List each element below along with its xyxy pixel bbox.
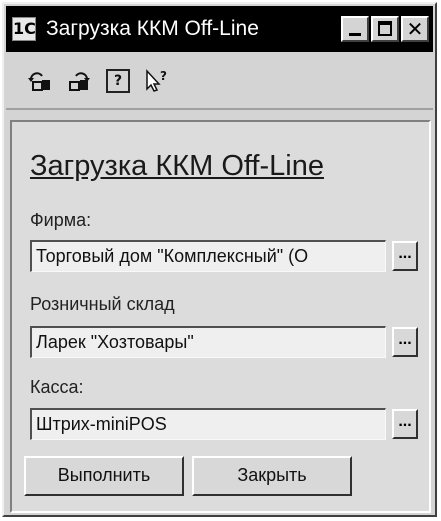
help-icon[interactable]: ?	[106, 69, 130, 93]
firm-field[interactable]: Торговый дом "Комплексный" (О	[30, 240, 386, 272]
warehouse-select-button[interactable]: ...	[392, 327, 418, 357]
minimize-button[interactable]	[341, 16, 369, 42]
toolbar: ? ?	[6, 54, 433, 110]
close-button[interactable]: Закрыть	[192, 456, 352, 496]
register-field[interactable]: Штрих-miniPOS	[30, 408, 386, 440]
window-controls: ✕	[341, 16, 429, 42]
firm-select-button[interactable]: ...	[392, 241, 418, 271]
window-title: Загрузка ККМ Off-Line	[46, 17, 259, 40]
context-help-icon[interactable]: ?	[144, 68, 170, 94]
form-panel: Загрузка ККМ Off-Line Фирма: Торговый до…	[10, 120, 431, 513]
execute-button[interactable]: Выполнить	[24, 456, 184, 496]
app-icon: 1С	[12, 17, 36, 41]
dialog-window: 1С Загрузка ККМ Off-Line ✕ ? ? Загрузка …	[2, 2, 437, 517]
title-bar[interactable]: 1С Загрузка ККМ Off-Line ✕	[6, 6, 433, 52]
warehouse-field[interactable]: Ларек "Хозтовары"	[30, 326, 386, 358]
svg-text:?: ?	[160, 69, 167, 83]
undo-lock-icon[interactable]	[26, 68, 52, 94]
register-select-button[interactable]: ...	[392, 409, 418, 439]
form-heading: Загрузка ККМ Off-Line	[30, 150, 324, 182]
register-label: Касса:	[30, 377, 84, 397]
firm-label: Фирма:	[30, 210, 92, 230]
maximize-button[interactable]	[371, 16, 399, 42]
redo-lock-icon[interactable]	[66, 68, 92, 94]
warehouse-label: Розничный склад	[30, 294, 175, 314]
close-window-button[interactable]: ✕	[401, 16, 429, 42]
